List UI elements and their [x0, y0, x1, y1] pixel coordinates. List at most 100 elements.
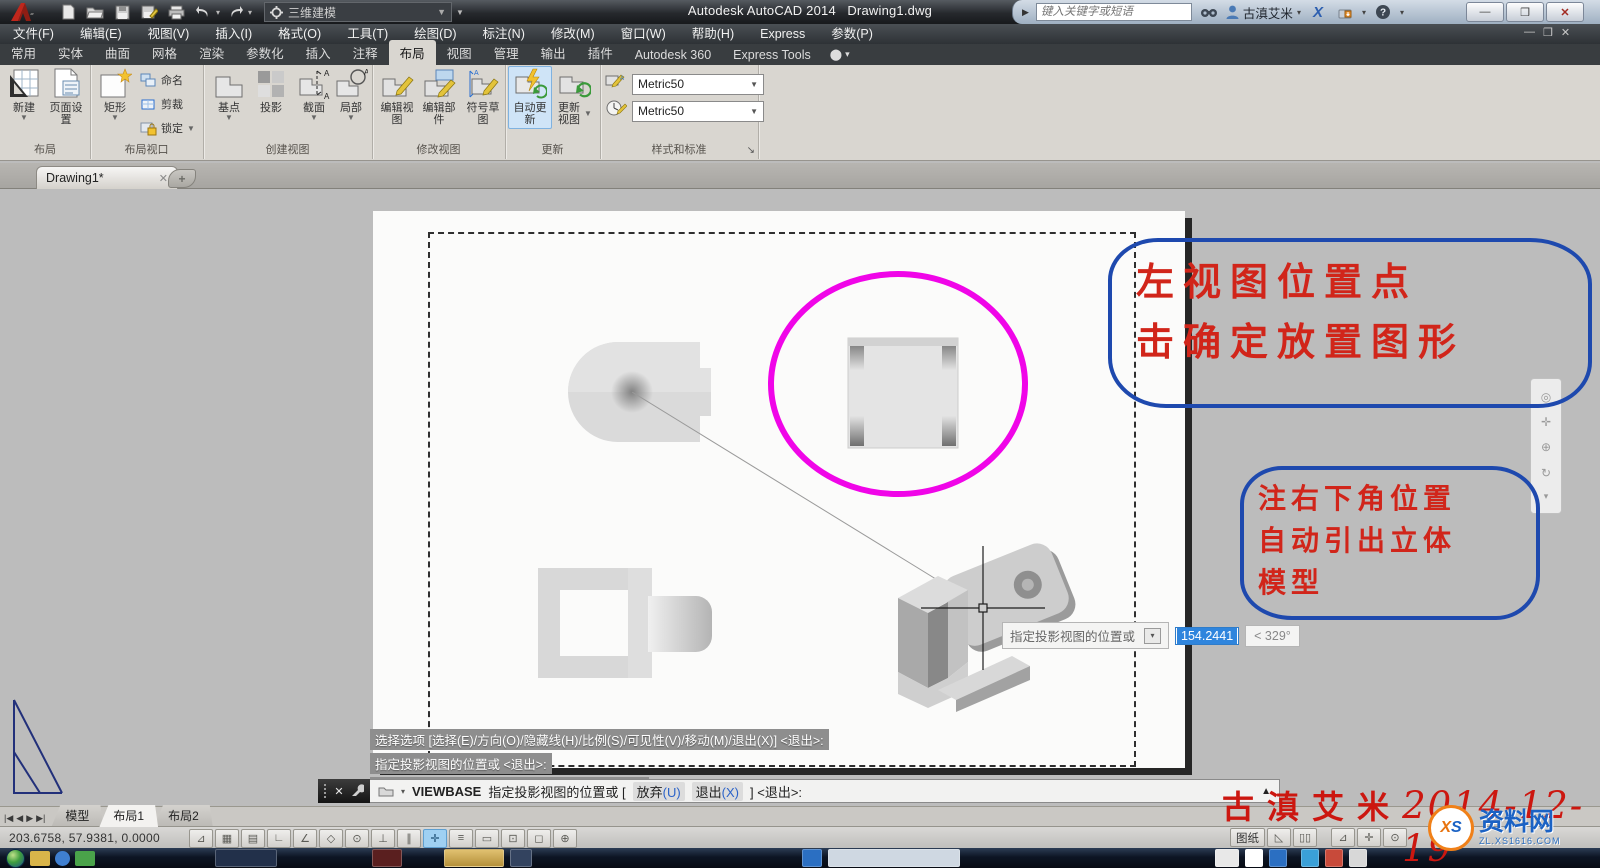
- updates-dropdown-icon[interactable]: ▾: [1362, 8, 1366, 17]
- new-file-icon[interactable]: [56, 2, 80, 22]
- command-close-icon[interactable]: ✕: [334, 785, 343, 798]
- tab-layout2[interactable]: 布局2: [154, 805, 213, 827]
- panel-title-styles[interactable]: 样式和标准: [600, 143, 758, 158]
- panel-title-update[interactable]: 更新: [505, 143, 600, 158]
- menu-help[interactable]: 帮助(H): [679, 24, 747, 44]
- taskbar-open-app[interactable]: [828, 849, 960, 867]
- projected-view-button[interactable]: 投影: [253, 67, 289, 114]
- auto-update-button[interactable]: 自动更新: [508, 66, 552, 129]
- rect-viewport-button[interactable]: 矩形▼: [95, 67, 135, 122]
- undo-icon[interactable]: [191, 2, 215, 22]
- view-style-combo[interactable]: Metric50▼: [632, 74, 764, 95]
- panel-title-modify-view[interactable]: 修改视图: [372, 143, 505, 158]
- ducs-toggle[interactable]: ∥: [397, 829, 421, 848]
- selection-cycling-toggle[interactable]: ◻: [527, 829, 551, 848]
- panel-title-layout[interactable]: 布局: [0, 143, 90, 158]
- restore-button[interactable]: ❒: [1506, 2, 1544, 22]
- osnap-toggle[interactable]: ◇: [319, 829, 343, 848]
- panel-launcher-icon[interactable]: ↘: [747, 143, 755, 158]
- file-tab-close-icon[interactable]: ✕: [159, 172, 168, 185]
- help-dropdown-icon[interactable]: ▾: [1400, 8, 1404, 17]
- taskbar-active-app[interactable]: [444, 849, 504, 867]
- tab-layout1[interactable]: 布局1: [99, 805, 158, 827]
- minimize-button[interactable]: —: [1466, 2, 1504, 22]
- quick-properties-toggle[interactable]: ⊡: [501, 829, 525, 848]
- redo-dropdown-icon[interactable]: ▾: [248, 8, 252, 17]
- plot-icon[interactable]: [164, 2, 188, 22]
- option-exit[interactable]: 退出(X): [692, 782, 743, 801]
- annotation-monitor-toggle[interactable]: ⊕: [553, 829, 577, 848]
- navbar-menu-icon[interactable]: ▾: [1544, 491, 1549, 502]
- help-icon[interactable]: ?: [1373, 3, 1393, 21]
- ribbon-tab-surface[interactable]: 曲面: [94, 40, 141, 65]
- transparency-toggle[interactable]: ▭: [475, 829, 499, 848]
- grid-toggle[interactable]: ▤: [241, 829, 265, 848]
- doc-close-icon[interactable]: ✕: [1561, 26, 1570, 39]
- zoom-icon[interactable]: ⊕: [1541, 440, 1551, 454]
- search-binoculars-icon[interactable]: [1199, 3, 1219, 21]
- new-layout-button[interactable]: 新建▼: [4, 67, 44, 122]
- lineweight-toggle[interactable]: ≡: [449, 829, 473, 848]
- next-tab-icon[interactable]: ▶: [26, 813, 33, 824]
- ribbon-tab-express[interactable]: Express Tools: [722, 45, 822, 65]
- updates-icon[interactable]: [1335, 3, 1355, 21]
- redo-icon[interactable]: [223, 2, 247, 22]
- doc-minimize-icon[interactable]: —: [1524, 26, 1535, 39]
- ribbon-tab-parametric[interactable]: 参数化: [235, 40, 295, 65]
- ribbon-tab-manage[interactable]: 管理: [483, 40, 530, 65]
- base-view-button[interactable]: 基点▼: [211, 67, 247, 122]
- close-button[interactable]: ✕: [1546, 2, 1584, 22]
- edit-view-button[interactable]: 编辑视图: [378, 67, 416, 126]
- menu-express[interactable]: Express: [747, 24, 818, 44]
- infocenter-collapse-icon[interactable]: ▶: [1022, 7, 1029, 18]
- ribbon-tab-mesh[interactable]: 网格: [141, 40, 188, 65]
- ribbon-tab-layout[interactable]: 布局: [389, 40, 436, 65]
- recent-commands-icon[interactable]: [378, 785, 394, 797]
- search-input[interactable]: [1036, 3, 1192, 21]
- 3d-osnap-toggle[interactable]: ⊙: [345, 829, 369, 848]
- undo-dropdown-icon[interactable]: ▾: [216, 8, 220, 17]
- file-tab-drawing1[interactable]: Drawing1* ✕: [36, 166, 178, 189]
- taskbar-browser-icon[interactable]: [55, 851, 70, 866]
- orbit-icon[interactable]: ↻: [1541, 466, 1551, 480]
- panel-title-create-view[interactable]: 创建视图: [203, 143, 372, 158]
- autocad-logo-button[interactable]: [0, 0, 42, 24]
- taskbar-open-app[interactable]: [510, 849, 532, 867]
- page-setup-button[interactable]: 页面设置: [46, 67, 86, 126]
- taskbar-folder-icon[interactable]: [30, 851, 50, 866]
- panel-title-viewports[interactable]: 布局视口: [90, 143, 203, 158]
- view-style-icon[interactable]: A: [605, 72, 627, 96]
- workspace-selector[interactable]: 三维建模 ▼: [264, 2, 452, 22]
- last-tab-icon[interactable]: ▶|: [36, 813, 45, 824]
- taskbar-open-app[interactable]: [215, 849, 277, 867]
- symbol-sketch-button[interactable]: A 符号草图: [464, 67, 502, 126]
- exchange-apps-icon[interactable]: X: [1308, 3, 1328, 21]
- taskbar-open-app[interactable]: [372, 849, 402, 867]
- start-button[interactable]: [6, 849, 25, 868]
- tray-icon[interactable]: [802, 849, 822, 867]
- ortho-toggle[interactable]: ∟: [267, 829, 291, 848]
- customize-wrench-icon[interactable]: [350, 784, 364, 798]
- qat-overflow-icon[interactable]: ▼: [456, 8, 464, 17]
- update-view-button[interactable]: 更新视图▼: [555, 67, 593, 126]
- infer-constraints-toggle[interactable]: ⊿: [189, 829, 213, 848]
- signin-user[interactable]: 古滇艾米 ▾: [1226, 3, 1301, 22]
- dynamic-input-toggle[interactable]: ✛: [423, 829, 447, 848]
- option-undo[interactable]: 放弃(U): [633, 782, 685, 801]
- standard-combo[interactable]: Metric50▼: [632, 101, 764, 122]
- snap-toggle[interactable]: ▦: [215, 829, 239, 848]
- save-as-icon[interactable]: [137, 2, 161, 22]
- distance-input[interactable]: 154.2441: [1175, 627, 1239, 645]
- polar-toggle[interactable]: ∠: [293, 829, 317, 848]
- ribbon-tab-output[interactable]: 输出: [530, 40, 577, 65]
- ribbon-tab-solid[interactable]: 实体: [47, 40, 94, 65]
- section-view-button[interactable]: AA 截面▼: [295, 67, 333, 122]
- otrack-toggle[interactable]: ⊥: [371, 829, 395, 848]
- doc-restore-icon[interactable]: ❒: [1543, 26, 1553, 39]
- standard-icon[interactable]: [605, 99, 627, 123]
- ribbon-tab-home[interactable]: 常用: [0, 40, 47, 65]
- taskbar-app-icon[interactable]: [75, 851, 95, 866]
- pan-icon[interactable]: ✛: [1541, 415, 1551, 429]
- ribbon-tab-render[interactable]: 渲染: [188, 40, 235, 65]
- save-icon[interactable]: [110, 2, 134, 22]
